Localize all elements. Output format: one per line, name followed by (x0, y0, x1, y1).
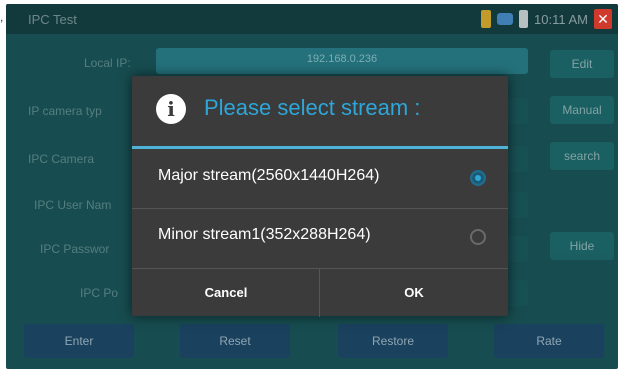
battery-icon (519, 10, 529, 28)
minor-stream-label: Minor stream1(352x288H264) (158, 226, 371, 243)
ip-camera-type-label: IP camera typ (28, 104, 102, 118)
major-stream-radio[interactable] (470, 170, 486, 186)
local-ip-value: 192.168.0.236 (306, 53, 378, 65)
edit-button[interactable]: Edit (550, 50, 614, 78)
dialog-buttons: Cancel OK (132, 268, 508, 317)
major-stream-option[interactable]: Major stream(2560x1440H264) (132, 149, 508, 209)
network-icon (497, 13, 514, 25)
cancel-button[interactable]: Cancel (132, 269, 320, 317)
info-icon: i (156, 94, 186, 124)
enter-button[interactable]: Enter (24, 324, 134, 358)
device-screen: IPC Test 10:11 AM ✕ Local IP: 192.168.0.… (6, 4, 618, 369)
local-ip-label: Local IP: (84, 56, 131, 70)
clock: 10:11 AM (534, 11, 588, 27)
dialog-title: Please select stream : (204, 95, 421, 120)
dialog-header: i Please select stream : (132, 76, 508, 146)
status-bar: IPC Test 10:11 AM ✕ (6, 4, 618, 34)
select-stream-dialog: i Please select stream : Major stream(25… (132, 76, 508, 317)
ipc-password-label: IPC Passwor (40, 242, 110, 256)
close-icon[interactable]: ✕ (594, 9, 612, 29)
rate-button[interactable]: Rate (494, 324, 604, 358)
minor-stream-option[interactable]: Minor stream1(352x288H264) (132, 208, 508, 268)
reset-button[interactable]: Reset (180, 324, 290, 358)
search-button[interactable]: search (550, 142, 614, 170)
sim-card-icon (481, 10, 492, 28)
ipc-camera-label: IPC Camera (28, 152, 95, 166)
app-title: IPC Test (28, 12, 77, 27)
hide-button[interactable]: Hide (550, 232, 614, 260)
restore-button[interactable]: Restore (338, 324, 448, 358)
ok-button[interactable]: OK (320, 269, 508, 317)
status-icons: 10:11 AM ✕ (481, 9, 612, 29)
minor-stream-radio[interactable] (470, 229, 486, 245)
major-stream-label: Major stream(2560x1440H264) (158, 167, 380, 184)
ipc-port-label: IPC Po (80, 286, 119, 300)
manual-button[interactable]: Manual (550, 96, 614, 124)
ipc-user-name-label: IPC User Nam (34, 198, 112, 212)
